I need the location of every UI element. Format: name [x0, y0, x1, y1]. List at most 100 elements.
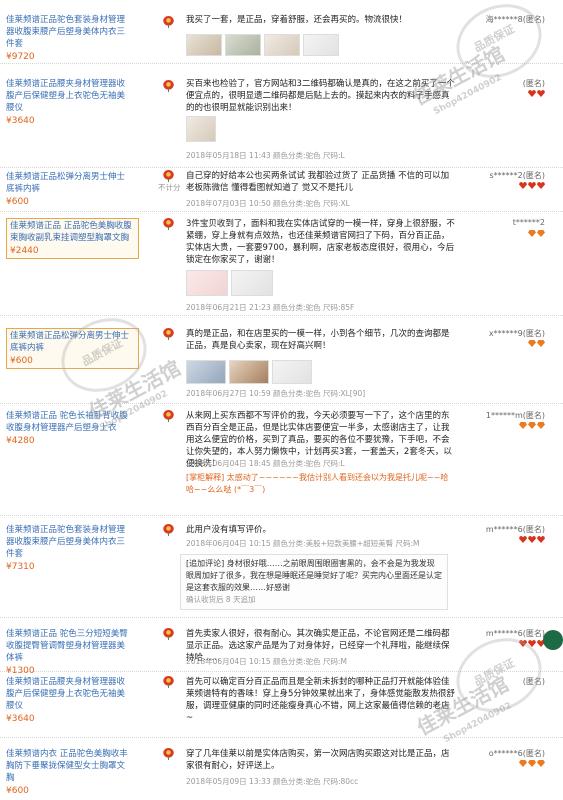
heart-icon [537, 90, 545, 97]
no-score-label: 不计分 [158, 183, 181, 192]
flower-icon [163, 80, 174, 92]
review-photo[interactable] [264, 34, 300, 56]
reviewer-name: 1******m(匿名) [485, 411, 545, 420]
reviewer-level [528, 340, 545, 347]
heart-icon [528, 536, 536, 543]
heart-icon [528, 182, 536, 189]
review-meta: 2018年06月21日 21:23 颜色分类:驼色 尺码:85F [186, 303, 355, 312]
product-link[interactable]: 佳莱频谱正品腰夹身材管理器收腹产后保健塑身上衣驼色无袖美腰仪 [6, 78, 131, 114]
product-link[interactable]: 佳莱频谱正品腰夹身材管理器收腹产后保健塑身上衣驼色无袖美腰仪 [6, 676, 131, 712]
review-text: 我买了一套，是正品，穿着舒服，还会再买的。物流很快！ [186, 15, 408, 25]
heart-icon [519, 536, 527, 543]
review-photo[interactable] [186, 34, 222, 56]
heart-icon [528, 90, 536, 97]
review-row: 佳莱频谱内衣 正品驼色美胸收丰胸防下垂聚拢保健型女士胸罩文胸 ¥600 穿了几年… [0, 738, 563, 800]
product-link[interactable]: 佳莱频谱正品驼色套装身材管理器收腹束腰产后塑身美体内衣三件套 [6, 524, 131, 560]
product-cell: 佳莱频谱内衣 正品驼色美胸收丰胸防下垂聚拢保健型女士胸罩文胸 ¥600 [6, 748, 131, 797]
review-meta: 2018年06月04日 10:15 颜色分类:美股+短款美腰+超短美臀 尺码:M [186, 539, 420, 548]
diamond-icon [537, 230, 545, 237]
reviewer-name: s******2(匿名) [489, 171, 546, 180]
followup-review: [追加评论] 身材很好哦……之前眼周围眼圈害黑的，会不会是为我发现眼周加好了很多… [180, 554, 448, 610]
reviewer-name: o******6(匿名) [488, 749, 545, 758]
product-price: ¥2440 [10, 246, 39, 256]
product-cell: 佳莱频谱正品腰夹身材管理器收腹产后保健塑身上衣驼色无袖美腰仪 ¥3640 [6, 676, 131, 725]
reviewer-name: x******9(匿名) [488, 329, 545, 338]
product-link[interactable]: 佳莱频谱内衣 正品驼色美胸收丰胸防下垂聚拢保健型女士胸罩文胸 [6, 748, 131, 784]
product-link[interactable]: 佳莱频谱正品 驼色三分短短美臀收腹提臀管调臀塑身材管理器美体裤 [6, 628, 131, 664]
reviewer-name: m******6(匿名) [485, 525, 545, 534]
review-meta: 2018年06月04日 18:45 颜色分类:驼色 尺码:L [186, 459, 345, 468]
product-price: ¥3640 [6, 714, 35, 724]
review-photo[interactable] [186, 360, 226, 384]
review-photo[interactable] [231, 270, 273, 296]
product-link[interactable]: 佳莱频谱正品 正品驼色美胸收腹束胸收副乳束挂调塑型胸罩文胸 [10, 220, 135, 244]
reviewer-level [528, 230, 545, 237]
reviewer-level [519, 536, 545, 543]
seller-reply: [掌柜解释] 太感动了~~~~~~我估计别人看到还会以为我是托儿呢~~哈哈~~么… [186, 473, 449, 494]
product-price: ¥600 [6, 197, 29, 207]
product-price: ¥7310 [6, 562, 35, 572]
review-meta: 2018年06月04日 10:15 颜色分类:驼色 尺码:M [186, 657, 347, 666]
review-photos [186, 34, 339, 56]
review-row: 佳莱频谱正品 正品驼色美胸收腹束胸收副乳束挂调塑型胸罩文胸 ¥2440 3件宝贝… [0, 212, 563, 316]
diamond-icon [528, 422, 536, 429]
review-meta: 2018年06月27日 10:59 颜色分类:驼色 尺码:XL[90] [186, 389, 366, 398]
diamond-icon [537, 340, 545, 347]
heart-icon [519, 182, 527, 189]
product-link[interactable]: 佳莱频谱正品驼色套装身材管理器收腹束腰产后塑身美体内衣三件套 [6, 14, 131, 50]
reviewer-name: t******2 [512, 218, 545, 227]
product-price: ¥9720 [6, 52, 35, 62]
flower-icon [163, 218, 174, 230]
review-text: 真的是正品，和在店里买的一模一样，小到各个细节，几次的查询都是正品，真是良心卖家… [186, 329, 450, 351]
review-photo[interactable] [186, 116, 216, 142]
product-cell: 佳莱频谱正品驼色套装身材管理器收腹束腰产后塑身美体内衣三件套 ¥9720 [6, 14, 131, 63]
review-photo[interactable] [303, 34, 339, 56]
flower-icon [163, 628, 174, 640]
product-price: ¥3640 [6, 116, 35, 126]
followup-text: [追加评论] 身材很好哦……之前眼周围眼圈害黑的，会不会是为我发现眼周加好了很多… [186, 559, 442, 592]
review-photo[interactable] [229, 360, 269, 384]
review-row: 佳莱频谱正品 驼色长袖卧背收腹收腹身材管理器产后塑身上衣 ¥4280 从来网上买… [0, 404, 563, 516]
review-photos [186, 270, 273, 296]
diamond-icon [528, 340, 536, 347]
product-price: ¥4280 [6, 436, 35, 446]
product-link[interactable]: 佳莱频谱正品松弹分离男士伸士底裤内裤 [6, 171, 131, 195]
review-row: 佳莱频谱正品松弹分离男士伸士底裤内裤 ¥600 不计分 自己穿的好给本公也买两条… [0, 168, 563, 212]
product-cell: 佳莱频谱正品腰夹身材管理器收腹产后保健塑身上衣驼色无袖美腰仪 ¥3640 [6, 78, 131, 127]
flower-icon [163, 748, 174, 760]
review-photos [186, 360, 312, 384]
review-text: 自己穿的好给本公也买两条试试 我都验过货了 正品货播 不信的可以加老板陈微信 懂… [186, 171, 450, 193]
product-cell: 佳莱频谱正品 驼色三分短短美臀收腹提臀管调臀塑身材管理器美体裤 ¥1300 [6, 628, 131, 677]
review-row: 佳莱频谱正品驼色套装身材管理器收腹束腰产后塑身美体内衣三件套 ¥7310 此用户… [0, 516, 563, 618]
review-text: 穿了几年佳莱以前是实体店购买，第一次网店购买跟这对比是正品，店家很有耐心，好评送… [186, 749, 450, 771]
reviewer-level [519, 182, 545, 189]
product-cell: 佳莱频谱正品 正品驼色美胸收腹束胸收副乳束挂调塑型胸罩文胸 ¥2440 [6, 218, 139, 259]
review-meta: 2018年05月18日 11:43 颜色分类:驼色 尺码:L [186, 151, 345, 160]
flower-icon [163, 410, 174, 422]
followup-meta: 确认收货后 8 天追加 [186, 595, 256, 604]
product-price: ¥600 [6, 786, 29, 796]
diamond-icon [519, 760, 527, 767]
product-cell: 佳莱频谱正品驼色套装身材管理器收腹束腰产后塑身美体内衣三件套 ¥7310 [6, 524, 131, 573]
review-photo[interactable] [186, 270, 228, 296]
heart-icon [537, 536, 545, 543]
reviewer-level [519, 760, 545, 767]
reviewer-name: m******6(匿名) [485, 629, 545, 638]
flower-icon [163, 170, 174, 182]
flower-icon [163, 328, 174, 340]
heart-icon [537, 182, 545, 189]
reviewer-name: (匿名) [522, 79, 545, 88]
diamond-icon [528, 760, 536, 767]
review-photo[interactable] [225, 34, 261, 56]
review-photo[interactable] [272, 360, 312, 384]
flower-icon [163, 524, 174, 536]
diamond-icon [528, 230, 536, 237]
reviewer-level [528, 90, 545, 97]
flower-icon [163, 676, 174, 688]
review-text: 3件宝贝收到了，面料和我在实体店试穿的一模一样，穿身上很舒服，不紧绷，穿上身就有… [186, 219, 455, 265]
review-photos [186, 116, 216, 142]
product-cell: 佳莱频谱正品松弹分离男士伸士底裤内裤 ¥600 [6, 171, 131, 208]
flower-icon [163, 16, 174, 28]
review-meta: 2018年07月03日 10:50 颜色分类:驼色 尺码:XL [186, 199, 350, 208]
diamond-icon [537, 760, 545, 767]
